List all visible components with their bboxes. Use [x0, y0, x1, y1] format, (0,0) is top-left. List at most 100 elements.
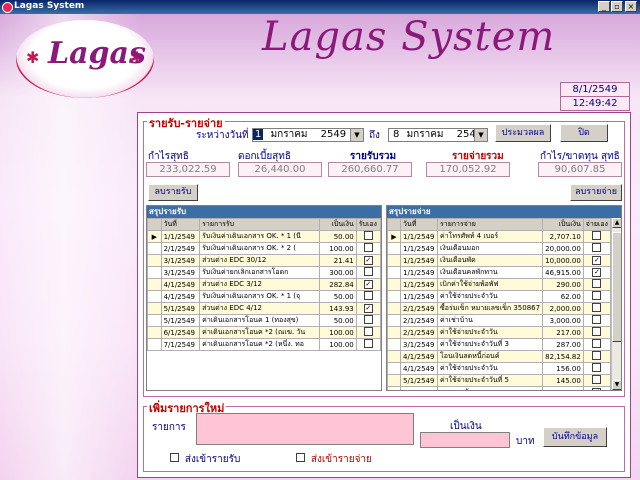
cell-own[interactable]: [582, 326, 612, 339]
chevron-down-icon[interactable]: ▼: [474, 129, 487, 141]
table-row[interactable]: 2/1/2549 ค่าใช้จ่ายประจำวัน 217.00: [387, 326, 612, 339]
row-selector[interactable]: [387, 302, 401, 315]
row-selector[interactable]: [147, 242, 162, 255]
checkbox-checked-icon[interactable]: ✓: [363, 304, 373, 313]
row-selector[interactable]: [147, 314, 162, 327]
cell-own[interactable]: [355, 326, 381, 339]
checkbox-icon[interactable]: [363, 291, 373, 300]
send-income-checkbox[interactable]: ส่งเข้ารายรับ: [170, 452, 240, 467]
row-selector[interactable]: [147, 266, 162, 279]
cell-own[interactable]: [582, 338, 612, 351]
table-row[interactable]: ▶ 1/1/2549 รับเงินค่าเดินเอกสาร OK. * 1 (น…: [147, 230, 381, 243]
checkbox-checked-icon[interactable]: ✓: [592, 388, 602, 390]
checkbox-icon[interactable]: [296, 453, 305, 462]
row-selector[interactable]: [387, 314, 401, 327]
table-row[interactable]: ▶ 1/1/2549 ค่าโทรศัพท์ 4 เบอร์ 2,707.10: [387, 230, 612, 243]
checkbox-icon[interactable]: [363, 243, 373, 252]
row-selector[interactable]: [387, 386, 401, 390]
row-selector[interactable]: [147, 278, 162, 291]
cell-own[interactable]: [355, 266, 381, 279]
minimize-button[interactable]: _: [598, 1, 610, 12]
table-row[interactable]: 2/1/2549 ซื้อร่มเข็ก หมายเลขเข็ก 350867 2,…: [387, 302, 612, 315]
table-row[interactable]: 7/1/2549 ค่าเดินเอกสารโอนค *2 (หนึ่ง. ทอ 1…: [147, 338, 381, 351]
checkbox-checked-icon[interactable]: ✓: [592, 268, 602, 277]
table-row[interactable]: 5/1/2549 ส่วนต่าง EDC 4/12 143.93 ✓: [147, 302, 381, 315]
checkbox-icon[interactable]: [592, 375, 602, 384]
checkbox-icon[interactable]: [592, 363, 602, 372]
cell-own[interactable]: [355, 314, 381, 327]
checkbox-icon[interactable]: [363, 315, 373, 324]
cell-own[interactable]: ✓: [355, 302, 381, 315]
checkbox-icon[interactable]: [170, 453, 179, 462]
scroll-down-icon[interactable]: ▼: [612, 380, 621, 390]
checkbox-icon[interactable]: [592, 327, 602, 336]
cell-own[interactable]: [582, 278, 612, 291]
table-row[interactable]: 3/1/2549 ค่าใช้จ่ายประจำวันที่ 3 287.00: [387, 338, 612, 351]
cell-own[interactable]: ✓: [582, 254, 612, 267]
item-input[interactable]: [196, 413, 414, 445]
cell-own[interactable]: [355, 230, 381, 243]
cell-own[interactable]: [355, 290, 381, 303]
cell-own[interactable]: ✓: [582, 386, 612, 390]
delete-income-button[interactable]: ลบรายรับ: [148, 184, 198, 201]
table-row[interactable]: 3/1/2549 ส่วนต่าง EDC 30/12 21.41 ✓: [147, 254, 381, 267]
row-selector[interactable]: [387, 278, 401, 291]
row-selector[interactable]: [387, 374, 401, 387]
cell-own[interactable]: [582, 374, 612, 387]
cell-own[interactable]: ✓: [355, 254, 381, 267]
amount-input[interactable]: [420, 432, 510, 448]
cell-own[interactable]: [582, 302, 612, 315]
row-selector[interactable]: [387, 242, 401, 255]
row-selector[interactable]: [387, 326, 401, 339]
maximize-button[interactable]: ▫: [611, 1, 623, 12]
row-selector[interactable]: [147, 290, 162, 303]
checkbox-icon[interactable]: [592, 315, 602, 324]
table-row[interactable]: 1/1/2549 ค่าใช้จ่ายประจำวัน 62.00: [387, 290, 612, 303]
to-date-select[interactable]: 8 มกราคม 2549 ▼: [388, 128, 488, 142]
table-row[interactable]: 2/1/2549 รับเงินค่าเดินเอกสาร OK. * 2 (10…: [147, 242, 381, 255]
table-row[interactable]: 1/1/2549 เงินเดือนมอก 20,000.00: [387, 242, 612, 255]
scroll-up-icon[interactable]: ▲: [612, 218, 621, 228]
cell-own[interactable]: ✓: [355, 278, 381, 291]
row-selector[interactable]: [387, 254, 401, 267]
row-selector[interactable]: [387, 338, 401, 351]
checkbox-icon[interactable]: [592, 291, 602, 300]
table-row[interactable]: 4/1/2549 ส่วนต่าง EDC 3/12 282.84 ✓: [147, 278, 381, 291]
checkbox-icon[interactable]: [363, 267, 373, 276]
checkbox-icon[interactable]: [592, 303, 602, 312]
table-row[interactable]: 1/1/2549 เงินเดือนพัด 10,000.00 ✓: [387, 254, 612, 267]
chevron-down-icon[interactable]: ▼: [350, 129, 363, 141]
cell-own[interactable]: [582, 314, 612, 327]
table-row[interactable]: 1/1/2549 เบิกค่าใช้จ่ายพ้อพัฟ 290.00: [387, 278, 612, 291]
save-button[interactable]: บันทึกข้อมูล: [543, 427, 607, 447]
checkbox-checked-icon[interactable]: ✓: [363, 280, 373, 289]
row-selector[interactable]: [387, 266, 401, 279]
checkbox-icon[interactable]: [592, 339, 602, 348]
table-row[interactable]: 2/1/2549 ค่าเช่าบ้าน 3,000.00: [387, 314, 612, 327]
process-button[interactable]: ประมวลผล: [495, 124, 551, 142]
table-row[interactable]: 6/1/2549 ค่าเดินเอกสารโอนค *2 (ณเฆ. วัน 10…: [147, 326, 381, 339]
row-selector[interactable]: [147, 254, 162, 267]
row-selector[interactable]: ▶: [387, 230, 401, 243]
delete-expense-button[interactable]: ลบรายจ่าย: [570, 184, 622, 201]
cell-own[interactable]: [582, 350, 612, 363]
table-row[interactable]: 1/1/2549 เงินเดือนคลพักทาน 46,915.00 ✓: [387, 266, 612, 279]
window-titlebar[interactable]: Lagas System _ ▫ ×: [0, 0, 640, 14]
row-selector[interactable]: [387, 350, 401, 363]
cell-own[interactable]: [355, 242, 381, 255]
table-row[interactable]: 5/1/2549 ค่าเดินเอกสารโอนค 1 (ทองสุข) 50.0…: [147, 314, 381, 327]
cell-own[interactable]: [582, 362, 612, 375]
from-date-select[interactable]: 1 มกราคม 2549 ▼: [252, 128, 364, 142]
income-grid[interactable]: สรุปรายรับ วันที่ รายการรับ เป็นเงิน รับ…: [146, 205, 382, 391]
row-selector[interactable]: [147, 302, 162, 315]
close-window-button[interactable]: ×: [625, 1, 637, 12]
table-row[interactable]: 4/1/2549 โอนเงินลดหนี้ก่อนค์ 82,154.82: [387, 350, 612, 363]
cell-own[interactable]: [582, 242, 612, 255]
table-row[interactable]: 6/1/2549พระราชวัน350.00 ✓: [387, 386, 612, 390]
checkbox-checked-icon[interactable]: ✓: [363, 256, 373, 265]
row-selector[interactable]: [387, 290, 401, 303]
checkbox-icon[interactable]: [592, 351, 602, 360]
row-selector[interactable]: [387, 362, 401, 375]
cell-own[interactable]: [355, 338, 381, 351]
checkbox-checked-icon[interactable]: ✓: [592, 256, 602, 265]
